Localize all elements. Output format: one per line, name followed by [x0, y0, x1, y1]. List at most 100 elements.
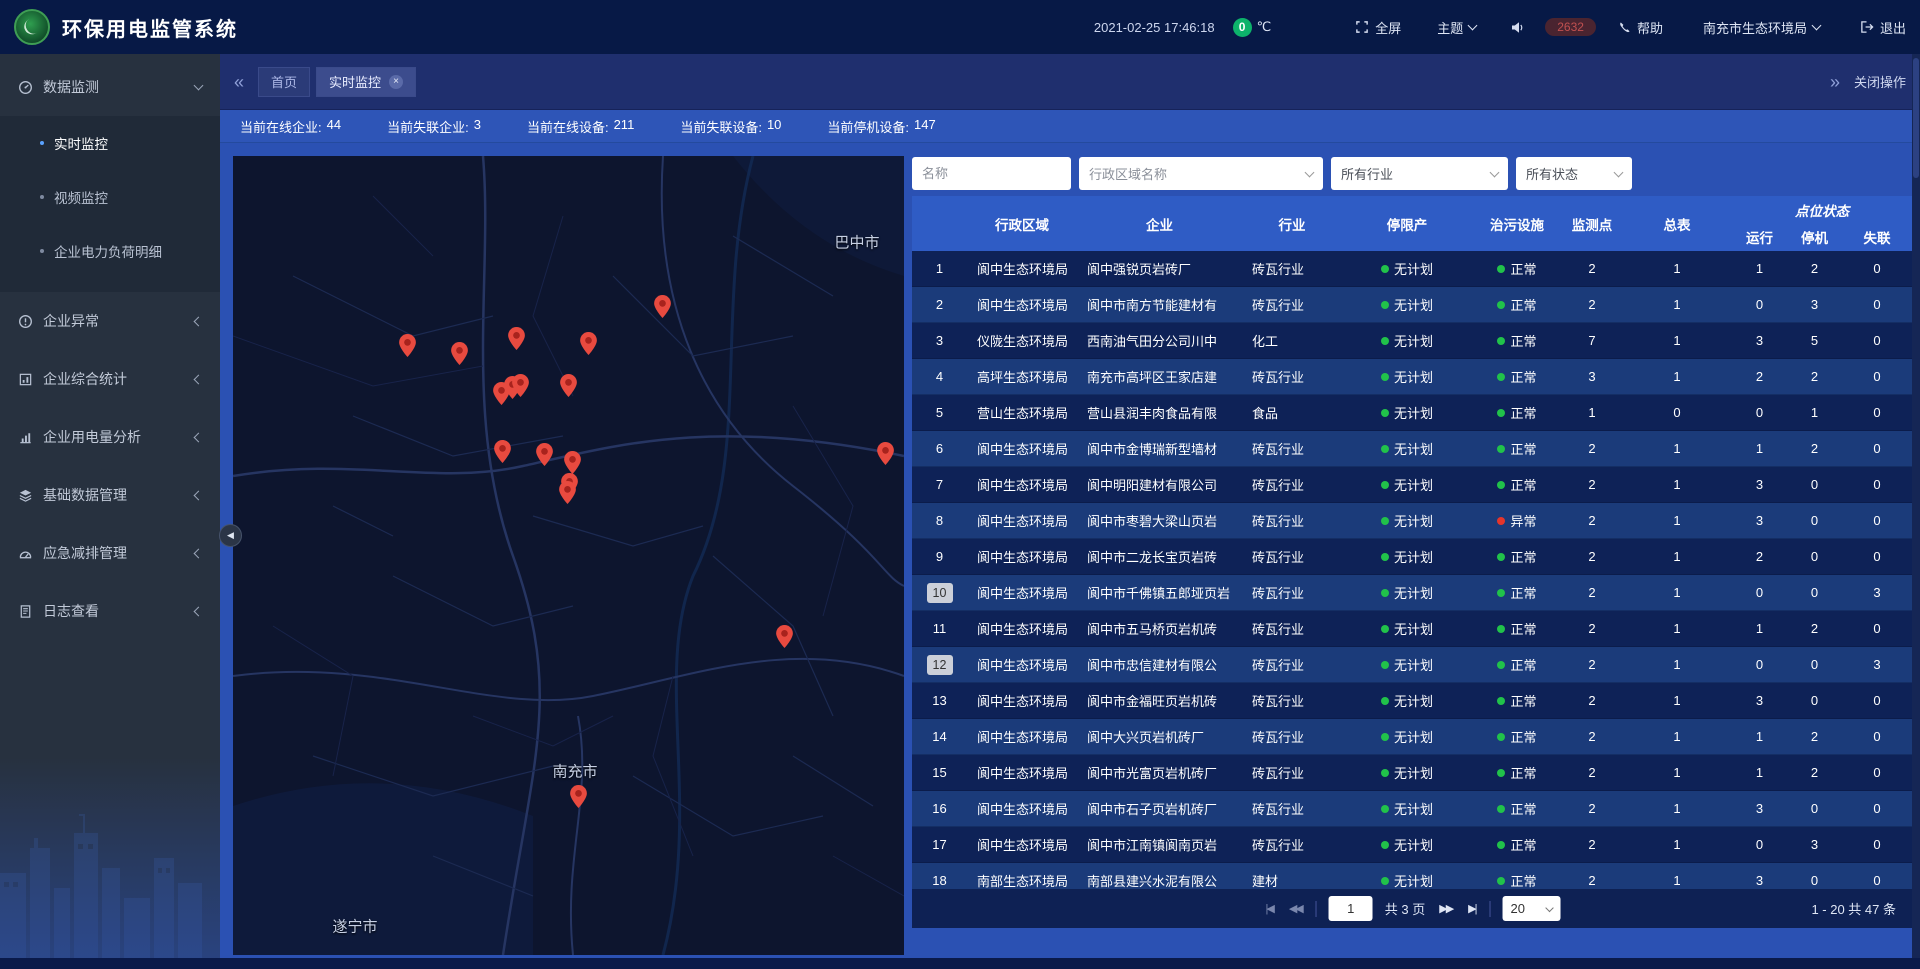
region-select[interactable]: 行政区域名称 [1079, 157, 1323, 190]
cell-lost: 0 [1842, 693, 1912, 708]
map-pin-icon[interactable] [570, 785, 587, 808]
cell-industry: 食品 [1242, 403, 1342, 422]
prev-page-button[interactable]: ◀◀ [1287, 902, 1304, 915]
map-pin-icon[interactable] [776, 625, 793, 648]
cell-industry: 砖瓦行业 [1242, 583, 1342, 602]
cell-running: 1 [1732, 441, 1787, 456]
first-page-button[interactable]: |◀ [1264, 902, 1275, 915]
sidebar-group[interactable]: 数据监测 [0, 58, 220, 116]
cell-lost: 0 [1842, 369, 1912, 384]
table-row[interactable]: 14阆中生态环境局阆中大兴页岩机砖厂砖瓦行业无计划正常21120 [912, 719, 1912, 755]
col-header[interactable]: 企业 [1077, 196, 1242, 251]
cell-facility-status: 异常 [1472, 511, 1562, 530]
sidebar-item[interactable]: 企业电力负荷明细 [0, 224, 220, 278]
col-subheader[interactable]: 失联 [1842, 223, 1912, 251]
cell-monitor-points: 2 [1562, 261, 1622, 276]
page-scrollbar[interactable] [1912, 54, 1920, 958]
col-header[interactable]: 停限产 [1342, 196, 1472, 251]
table-row[interactable]: 13阆中生态环境局阆中市金福旺页岩机砖砖瓦行业无计划正常21300 [912, 683, 1912, 719]
map-pin-icon[interactable] [560, 374, 577, 397]
cell-production-limit: 无计划 [1342, 655, 1472, 674]
table-row[interactable]: 7阆中生态环境局阆中明阳建材有限公司砖瓦行业无计划正常21300 [912, 467, 1912, 503]
status-dot-green-icon [1381, 301, 1389, 309]
map-pin-icon[interactable] [580, 332, 597, 355]
table-row[interactable]: 3仪陇生态环境局西南油气田分公司川中化工无计划正常71350 [912, 323, 1912, 359]
sound-button[interactable] [1510, 20, 1525, 35]
next-page-button[interactable]: ▶▶ [1437, 902, 1454, 915]
cell-lost: 0 [1842, 801, 1912, 816]
notice-count-badge[interactable]: 2632 [1545, 18, 1596, 36]
tab[interactable]: 实时监控 × [316, 67, 416, 97]
cell-facility-status: 正常 [1472, 727, 1562, 746]
map-pin-icon[interactable] [536, 443, 553, 466]
map-pin-icon[interactable] [512, 374, 529, 397]
page-size-select[interactable]: 20 [1502, 896, 1560, 921]
sidebar-group[interactable]: 基础数据管理 [0, 466, 220, 524]
stat-item: 当前失联企业:3 [387, 117, 481, 136]
sidebar-group[interactable]: 应急减排管理 [0, 524, 220, 582]
tabs-scroll-left-icon[interactable]: « [234, 73, 244, 91]
map-pin-icon[interactable] [654, 295, 671, 318]
sidebar-group[interactable]: 日志查看 [0, 582, 220, 640]
col-header[interactable]: 行政区域 [967, 196, 1077, 251]
table-row[interactable]: 18南部生态环境局南部县建兴水泥有限公建材无计划正常21300 [912, 863, 1912, 889]
table-row[interactable]: 15阆中生态环境局阆中市光富页岩机砖厂砖瓦行业无计划正常21120 [912, 755, 1912, 791]
col-header[interactable]: 监测点 [1562, 196, 1622, 251]
map-pin-icon[interactable] [399, 334, 416, 357]
map-pin-icon[interactable] [559, 481, 576, 504]
map-pin-icon[interactable] [508, 327, 525, 350]
last-page-button[interactable]: ▶| [1466, 902, 1477, 915]
table-row[interactable]: 9阆中生态环境局阆中市二龙长宝页岩砖砖瓦行业无计划正常21200 [912, 539, 1912, 575]
col-header[interactable]: 行业 [1242, 196, 1342, 251]
table-row[interactable]: 16阆中生态环境局阆中市石子页岩机砖厂砖瓦行业无计划正常21300 [912, 791, 1912, 827]
table-row[interactable]: 6阆中生态环境局阆中市金博瑞新型墙材砖瓦行业无计划正常21120 [912, 431, 1912, 467]
sidebar-item[interactable]: 实时监控 [0, 116, 220, 170]
cell-facility-status: 正常 [1472, 583, 1562, 602]
tabs-scroll-right-icon[interactable]: » [1830, 73, 1840, 91]
org-dropdown[interactable]: 南充市生态环境局 [1703, 18, 1820, 37]
sidebar-group[interactable]: 企业用电量分析 [0, 408, 220, 466]
panel-collapse-button[interactable]: ◀ [219, 524, 242, 547]
page-number-input[interactable] [1329, 896, 1373, 921]
col-subheader[interactable]: 运行 [1732, 223, 1787, 251]
tab-close-icon[interactable]: × [389, 75, 403, 89]
logout-button[interactable]: 退出 [1860, 18, 1906, 37]
col-header[interactable]: 总表 [1622, 196, 1732, 251]
industry-select[interactable]: 所有行业 [1331, 157, 1508, 190]
close-operations-button[interactable]: 关闭操作 [1854, 72, 1906, 91]
table-row[interactable]: 8阆中生态环境局阆中市枣碧大梁山页岩砖瓦行业无计划异常21300 [912, 503, 1912, 539]
table-row[interactable]: 12阆中生态环境局阆中市忠信建材有限公砖瓦行业无计划正常21003 [912, 647, 1912, 683]
table-row[interactable]: 17阆中生态环境局阆中市江南镇阆南页岩砖瓦行业无计划正常21030 [912, 827, 1912, 863]
cell-facility-status: 正常 [1472, 691, 1562, 710]
map-pin-icon[interactable] [564, 451, 581, 474]
table-row[interactable]: 10阆中生态环境局阆中市千佛镇五郎垭页岩砖瓦行业无计划正常21003 [912, 575, 1912, 611]
table-row[interactable]: 5营山生态环境局营山县润丰肉食品有限食品无计划正常10010 [912, 395, 1912, 431]
map-canvas[interactable]: 巴中市南充市遂宁市 [233, 156, 904, 955]
map-pin-icon[interactable] [877, 442, 894, 465]
help-button[interactable]: 帮助 [1618, 18, 1663, 37]
cell-stopped: 0 [1787, 801, 1842, 816]
status-select[interactable]: 所有状态 [1516, 157, 1632, 190]
col-subheader[interactable]: 停机 [1787, 223, 1842, 251]
sidebar-item[interactable]: 视频监控 [0, 170, 220, 224]
cell-running: 3 [1732, 333, 1787, 348]
sidebar-group[interactable]: 企业异常 [0, 292, 220, 350]
map-pin-icon[interactable] [451, 342, 468, 365]
sidebar-item-label: 实时监控 [54, 133, 108, 153]
table-row[interactable]: 11阆中生态环境局阆中市五马桥页岩机砖砖瓦行业无计划正常21120 [912, 611, 1912, 647]
table-row[interactable]: 2阆中生态环境局阆中市南方节能建材有砖瓦行业无计划正常21030 [912, 287, 1912, 323]
col-header[interactable]: 治污设施 [1472, 196, 1562, 251]
cell-facility-status: 正常 [1472, 259, 1562, 278]
stat-value: 10 [767, 117, 781, 136]
theme-dropdown[interactable]: 主题 [1437, 18, 1476, 37]
name-search-input[interactable] [912, 157, 1071, 190]
sidebar-group[interactable]: 企业综合统计 [0, 350, 220, 408]
fullscreen-button[interactable]: 全屏 [1355, 18, 1401, 37]
table-row[interactable]: 4高坪生态环境局南充市高坪区王家店建砖瓦行业无计划正常31220 [912, 359, 1912, 395]
table-row[interactable]: 1阆中生态环境局阆中强锐页岩砖厂砖瓦行业无计划正常21120 [912, 251, 1912, 287]
tab-label: 实时监控 [329, 72, 381, 91]
cell-monitor-points: 2 [1562, 621, 1622, 636]
tab[interactable]: 首页 [258, 67, 310, 97]
map-pin-icon[interactable] [494, 440, 511, 463]
bullet-icon [40, 195, 44, 199]
